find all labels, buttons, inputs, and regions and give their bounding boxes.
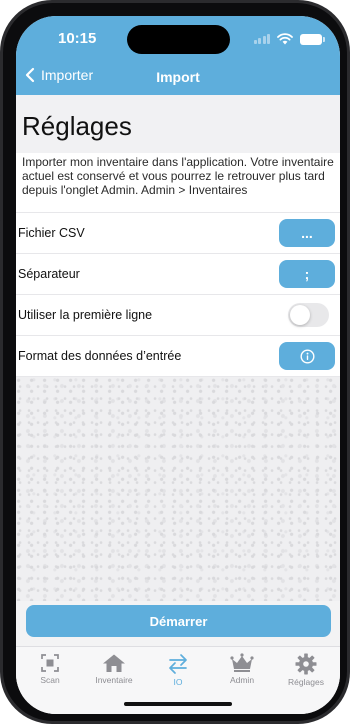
format-info-button[interactable]	[279, 342, 335, 370]
volume-up-button	[0, 175, 1, 221]
input-format-row: Format des données d’entrée	[16, 335, 340, 377]
tab-label: Réglages	[288, 677, 324, 687]
transfer-arrows-icon	[169, 654, 187, 674]
top-bar: 10:15 Importer Import	[16, 16, 340, 95]
signal-icon	[253, 34, 270, 44]
tab-io[interactable]: IO	[146, 647, 210, 693]
info-icon	[299, 348, 315, 364]
tab-inventaire[interactable]: Inventaire	[82, 647, 146, 693]
phone-frame: 10:15 Importer Import Réglages Importer …	[0, 0, 350, 724]
start-button[interactable]: Démarrer	[26, 605, 331, 637]
scan-icon	[41, 654, 59, 672]
home-icon	[103, 654, 125, 672]
separator-button[interactable]: ;	[279, 260, 335, 288]
status-time: 10:15	[58, 30, 97, 47]
choose-csv-button[interactable]: ...	[279, 219, 335, 247]
page-title: Réglages	[22, 111, 132, 141]
crown-icon	[230, 653, 254, 672]
screen: 10:15 Importer Import Réglages Importer …	[16, 16, 340, 714]
wifi-icon	[277, 33, 293, 45]
first-line-label: Utiliser la première ligne	[18, 308, 153, 322]
tab-label: Admin	[229, 675, 255, 685]
csv-file-row: Fichier CSV ...	[16, 212, 340, 253]
nav-title: Import	[156, 69, 200, 85]
tab-label: Scan	[40, 675, 60, 685]
battery-icon	[300, 33, 325, 45]
toggle-knob	[290, 305, 310, 325]
tab-label: IO	[173, 677, 183, 687]
gear-icon	[295, 653, 317, 675]
dynamic-island	[127, 25, 230, 54]
status-icons	[253, 33, 325, 45]
page-description: Importer mon inventaire dans l'applicati…	[22, 155, 334, 197]
first-line-row: Utiliser la première ligne	[16, 294, 340, 335]
first-line-toggle[interactable]	[288, 303, 329, 327]
tab-label: Inventaire	[95, 675, 133, 685]
mute-switch	[0, 130, 1, 156]
input-format-label: Format des données d’entrée	[18, 349, 182, 363]
csv-file-label: Fichier CSV	[18, 226, 85, 240]
separator-row: Séparateur ;	[16, 253, 340, 294]
tab-scan[interactable]: Scan	[18, 647, 82, 693]
background-texture	[16, 377, 340, 601]
phone-bezel: 10:15 Importer Import Réglages Importer …	[3, 3, 347, 721]
tab-admin[interactable]: Admin	[210, 647, 274, 693]
tab-reglages[interactable]: Réglages	[274, 647, 338, 693]
home-indicator	[124, 702, 232, 706]
volume-down-button	[0, 232, 1, 278]
separator-label: Séparateur	[18, 267, 80, 281]
